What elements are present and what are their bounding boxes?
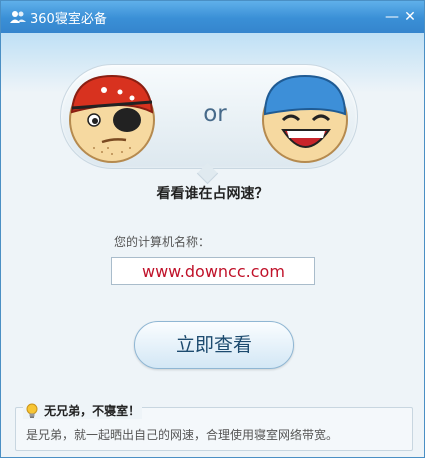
view-now-button[interactable]: 立即查看 bbox=[134, 321, 294, 369]
or-label: or bbox=[203, 101, 227, 127]
laughing-face-icon bbox=[262, 74, 348, 163]
pirate-face-icon bbox=[69, 74, 155, 163]
minimize-icon[interactable]: — bbox=[384, 9, 400, 25]
window-title: 360寝室必备 bbox=[30, 12, 107, 27]
app-window: 360寝室必备 — ✕ or 看看谁在占网速？ 您的计算机名称： www.dow… bbox=[0, 0, 425, 458]
watermark-text: www.downcc.com bbox=[142, 262, 285, 281]
user-group-icon bbox=[10, 11, 26, 23]
tip-text: 是兄弟，就一起晒出自己的网速，合理使用寝室网络带宽。 bbox=[26, 428, 339, 442]
question-text: 看看谁在占网速？ bbox=[156, 186, 269, 202]
tip-title: 无兄弟，不寝室！ bbox=[44, 404, 141, 418]
title-bar[interactable]: 360寝室必备 — ✕ bbox=[1, 1, 424, 33]
tip-header: 无兄弟，不寝室！ bbox=[23, 400, 143, 419]
close-icon[interactable]: ✕ bbox=[402, 9, 418, 25]
computer-name-label: 您的计算机名称： bbox=[114, 235, 211, 249]
computer-name-input[interactable]: www.downcc.com bbox=[111, 257, 315, 285]
lightbulb-icon bbox=[26, 403, 38, 418]
